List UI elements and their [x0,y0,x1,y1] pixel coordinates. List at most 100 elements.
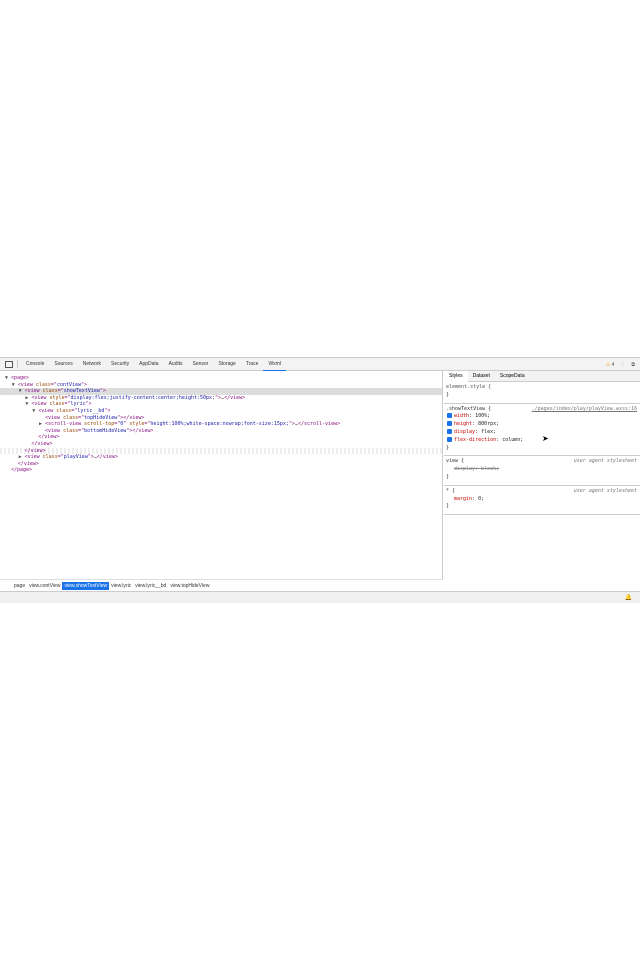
checkbox-checked-icon[interactable] [447,436,452,442]
tab-network[interactable]: Network [78,358,106,371]
tab-console[interactable]: Console [21,358,49,371]
more-menu-icon[interactable]: ⋮ [620,362,625,368]
attr-value: bottomHideView [84,427,127,434]
property-value[interactable]: 800rpx; [478,421,499,427]
tab-dataset[interactable]: Dataset [468,371,495,382]
tag-text: </view> [38,434,60,441]
devtools-toolbar: Console Sources Network Security AppData Audi… [0,358,640,371]
breadcrumb-item[interactable]: page [12,582,27,590]
overridden-property: display: block; [454,466,500,473]
breadcrumb-item[interactable]: view.contView [27,582,62,590]
tree-node[interactable]: ▼ <view class="lyric__bd"> [0,408,442,415]
styles-sidebar: Styles Dataset ScopeData element.style { }… [444,371,640,591]
notification-icon[interactable]: 🔔 [625,594,632,601]
status-bar: 🔔 [0,591,640,603]
tab-audits[interactable]: Audits [164,358,188,371]
tag-text: <view [45,414,64,421]
tree-node[interactable]: <view class="topHideView"></view> [0,415,442,422]
checkbox-checked-icon[interactable] [447,428,452,434]
tag-text: </page> [11,467,33,474]
property-value: 0; [478,495,485,502]
tree-node[interactable]: ▶ <view style="display:flex;justify-conte… [0,395,442,402]
tree-node[interactable]: </view> [0,461,442,468]
attr-value: lyric [70,401,86,408]
checkbox-checked-icon[interactable] [447,421,452,427]
tree-node[interactable]: </view> [0,447,442,455]
tag-text: <view [45,427,64,434]
wxml-tree: ▼ <page> ▼ <view class="contView"> ▼ <view cl… [0,371,443,579]
tree-node[interactable]: ▼ <page> [0,375,442,382]
tab-storage[interactable]: Storage [213,358,241,371]
tag-text: <page> [11,375,30,381]
tree-node[interactable]: </page> [0,467,442,474]
ua-source: user agent stylesheet [573,458,637,465]
tag-text: "></view> [126,427,154,434]
attr-name: class [35,381,51,388]
toolbar-divider [17,360,18,368]
tree-node[interactable]: ▼ <view class="showTextView"> [0,388,442,395]
rule-close: } [446,473,450,480]
checkbox-checked-icon[interactable] [447,413,452,419]
tab-sensor[interactable]: Sensor [187,358,213,371]
tree-node[interactable]: ▶ <view class="playView">…</view> [0,454,442,461]
tab-trace[interactable]: Trace [241,358,264,371]
devtools-panel: Console Sources Network Security AppData Audi… [0,357,640,603]
attr-value: height:100%;white-space:nowrap;font-size… [150,421,289,428]
tag-text: "> [85,401,92,408]
attr-name: class [42,454,58,461]
attr-value: contView [56,381,82,388]
undock-icon[interactable]: ⧉ [631,362,635,368]
attr-value: topHideView [84,414,118,421]
warning-count[interactable]: ⚠ 4 [606,362,615,368]
tree-node[interactable]: ▼ <view class="lyric"> [0,401,442,408]
tab-sources[interactable]: Sources [49,358,77,371]
breadcrumb-item[interactable]: view.topHideView [168,582,211,590]
tag-text: "> [104,407,111,414]
property-value[interactable]: flex; [481,429,496,435]
tab-wxml[interactable]: Wxml [263,358,286,371]
attr-value: showTextView [63,388,100,395]
tree-node[interactable]: ▶ <scroll-view scroll-top="0" style="heig… [0,421,442,428]
style-property: height: 800rpx; [446,421,638,429]
attr-name: class [49,401,65,408]
attr-name: class [63,414,79,421]
tab-scopedata[interactable]: ScopeData [495,371,530,382]
inspect-element-icon[interactable] [5,360,13,368]
breadcrumb-item[interactable]: view.showTextView [62,581,110,590]
universal-ua-rule: user agent stylesheet * { margin: 0; } [444,486,640,516]
rule-close: } [446,444,450,451]
tag-text: </scroll-view> [297,421,341,428]
tag-text: </view> [96,454,118,461]
attr-name: style [129,421,145,428]
breadcrumb-item[interactable]: view.lyric [109,582,133,590]
tab-security[interactable]: Security [106,358,134,371]
tag-text: "> [99,388,106,395]
breadcrumb: page view.contView view.showTextView view.l… [0,579,443,591]
tab-styles[interactable]: Styles [444,371,468,382]
element-style-selector: element.style { [446,384,492,390]
panel-tabs: Console Sources Network Security AppData Audi… [21,358,286,371]
view-ua-rule: user agent stylesheet view { display: bl… [444,456,640,486]
breadcrumb-item[interactable]: view.lyric__bd [133,582,168,590]
tree-node[interactable]: ▼ <view class="contView"> [0,382,442,389]
tag-text: "> [81,381,88,388]
property-name[interactable]: display [454,429,475,435]
attr-name: class [42,388,58,395]
sidebar-tabs: Styles Dataset ScopeData [444,371,640,382]
attr-value: playView [63,454,88,461]
show-text-view-rule: ./pages/index/play/playView.wxss:16 .sho… [444,404,640,457]
property-value[interactable]: column; [502,437,523,443]
property-name[interactable]: width [454,413,469,419]
tree-node[interactable]: </view> [0,441,442,448]
tag-text: <view [24,454,43,461]
tree-node[interactable]: </view> [0,434,442,441]
property-name[interactable]: height [454,421,472,427]
source-link[interactable]: ./pages/index/play/playView.wxss:16 [532,406,637,412]
tab-appdata[interactable]: AppData [134,358,163,371]
property-name[interactable]: flex-direction [454,437,496,443]
attr-name: class [63,427,79,434]
tag-text: <view [31,394,50,401]
element-style-rule[interactable]: element.style { } [444,382,640,404]
tree-node[interactable]: <view class="bottomHideView"></view> [0,428,442,435]
property-value[interactable]: 100%; [475,413,490,419]
